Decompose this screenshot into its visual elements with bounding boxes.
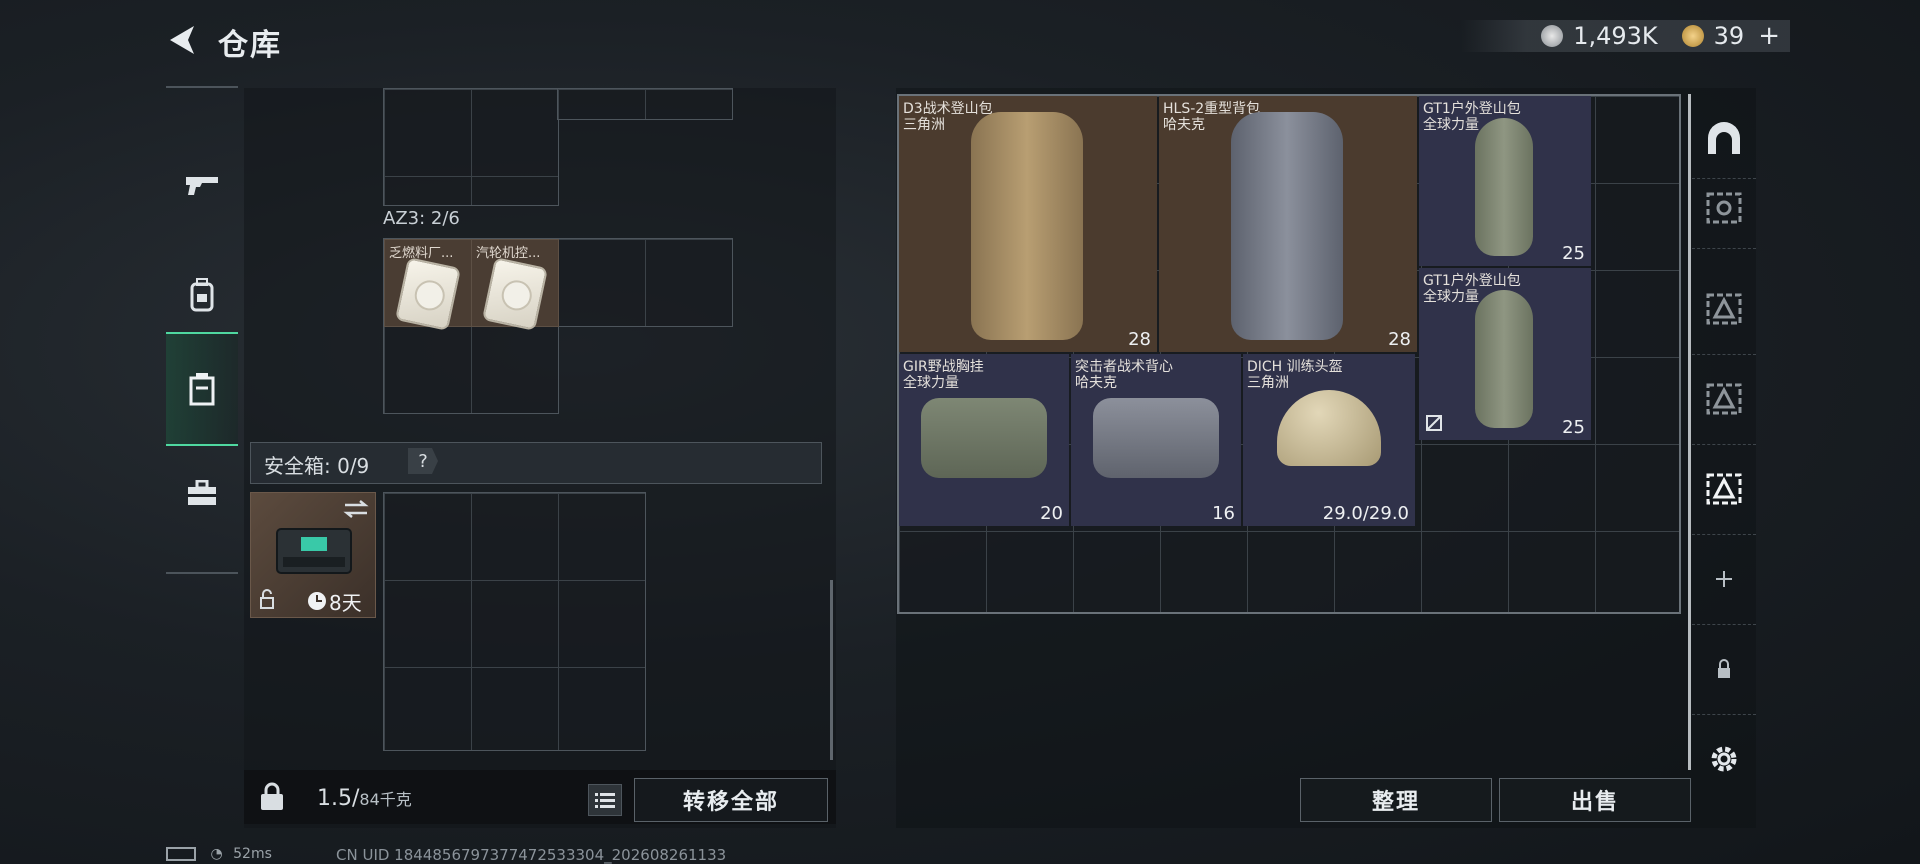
top-container-grid <box>383 88 559 206</box>
weight-lock-icon <box>261 782 283 810</box>
rail-storage[interactable] <box>166 332 238 446</box>
rail-tab-1[interactable] <box>1692 168 1756 249</box>
settings-button[interactable] <box>1692 714 1756 804</box>
backpack-image <box>1475 118 1533 256</box>
left-scrollbar[interactable] <box>830 580 833 760</box>
plus-icon <box>1716 571 1732 587</box>
storage-page-icon <box>1706 383 1742 415</box>
rail-tab-3[interactable] <box>1692 354 1756 445</box>
container-label: AZ3: 2/6 <box>383 208 460 229</box>
item-value: 25 <box>1562 417 1585 438</box>
rail-helmet-tab[interactable] <box>1692 98 1756 179</box>
toolbox-icon <box>188 480 216 505</box>
backpack-image <box>971 112 1083 340</box>
time-remaining: 8天 <box>329 591 362 615</box>
top-container-grid-extra <box>557 88 733 120</box>
gem-amount: 39 <box>1713 22 1745 50</box>
weight-current: 1.5/ <box>317 786 360 811</box>
rail-weapons[interactable] <box>166 130 238 240</box>
weight-max: 84千克 <box>359 790 412 809</box>
help-button[interactable]: ? <box>408 448 438 474</box>
pack-icon <box>481 257 549 331</box>
currency-bar: 1,493K 39 + <box>1461 20 1790 52</box>
coin-icon <box>1541 25 1564 47</box>
weight-readout: 1.5/84千克 <box>317 786 412 811</box>
vest-image <box>1093 398 1219 478</box>
storage-page-icon <box>1706 293 1742 325</box>
storage-page-icon <box>1706 473 1742 505</box>
storage-item[interactable]: GIR野战胸挂 全球力量 20 <box>899 354 1069 526</box>
sort-button[interactable]: 整理 <box>1300 778 1492 822</box>
storage-item[interactable]: HLS-2重型背包 哈夫克 28 <box>1159 96 1417 352</box>
item-value: 29.0/29.0 <box>1322 503 1409 524</box>
chest-rig-image <box>921 398 1047 478</box>
ping-value: 52ms <box>233 846 272 862</box>
swap-icon[interactable] <box>343 499 369 519</box>
item-value: 28 <box>1128 329 1151 350</box>
rail-tab-active[interactable] <box>1692 444 1756 535</box>
category-rail <box>166 86 238 574</box>
safe-box-item[interactable]: 8天 <box>250 492 376 618</box>
page-title: 仓库 <box>218 28 282 63</box>
clock-icon <box>308 592 326 610</box>
backpack-image <box>1475 290 1533 428</box>
locker-icon <box>189 373 215 406</box>
storage-item[interactable]: GT1户外登山包 全球力量 25 <box>1419 96 1591 266</box>
item-value: 25 <box>1562 243 1585 264</box>
rail-tab-2[interactable] <box>1692 264 1756 355</box>
item-value: 28 <box>1388 329 1411 350</box>
storage-page-rail <box>1692 88 1756 828</box>
safe-case-icon <box>276 528 352 574</box>
lock-page-button[interactable] <box>1692 624 1756 715</box>
az3-grid-lower <box>383 325 559 414</box>
pack-icon <box>394 257 462 331</box>
rail-tools[interactable] <box>166 438 238 548</box>
wifi-icon: ◔ <box>210 846 223 862</box>
gem-icon <box>1681 25 1704 47</box>
container-item[interactable]: 汽轮机控... <box>471 239 559 331</box>
uid-text: CN UID 1844856797377472533304_2026082611… <box>336 846 727 864</box>
storage-page-icon <box>1706 192 1742 224</box>
coin-amount: 1,493K <box>1573 22 1658 50</box>
backpack-icon <box>190 278 214 312</box>
add-currency-button[interactable]: + <box>1758 21 1780 51</box>
status-bar: ◔ 52ms <box>166 846 272 862</box>
right-scrollbar[interactable] <box>1688 94 1691 770</box>
lock-icon <box>1718 659 1730 678</box>
gear-icon <box>1711 746 1737 772</box>
backpack-image <box>1231 112 1343 340</box>
storage-item[interactable]: DICH 训练头盔 三角洲 29.0/29.0 <box>1243 354 1415 526</box>
safe-box-label: 安全箱: 0/9 <box>264 454 370 478</box>
container-item[interactable]: 乏燃料厂... <box>384 239 472 331</box>
lock-icon <box>260 589 274 609</box>
storage-item[interactable]: GT1户外登山包 全球力量 25 <box>1419 268 1591 440</box>
no-insure-icon <box>1426 415 1442 431</box>
add-page-button[interactable] <box>1692 534 1756 625</box>
list-view-button[interactable] <box>588 784 622 816</box>
helmet-icon <box>1708 122 1740 154</box>
battery-icon <box>166 847 196 861</box>
storage-item[interactable]: D3战术登山包 三角洲 28 <box>899 96 1157 352</box>
back-arrow-icon[interactable] <box>166 24 196 56</box>
gun-icon <box>186 177 218 195</box>
safe-box-grid <box>383 492 646 751</box>
list-icon <box>595 793 615 808</box>
item-value: 20 <box>1040 503 1063 524</box>
item-value: 16 <box>1212 503 1235 524</box>
sell-button[interactable]: 出售 <box>1499 778 1691 822</box>
storage-item[interactable]: 突击者战术背心 哈夫克 16 <box>1071 354 1241 526</box>
transfer-all-button[interactable]: 转移全部 <box>634 778 828 822</box>
helmet-image <box>1277 390 1381 466</box>
